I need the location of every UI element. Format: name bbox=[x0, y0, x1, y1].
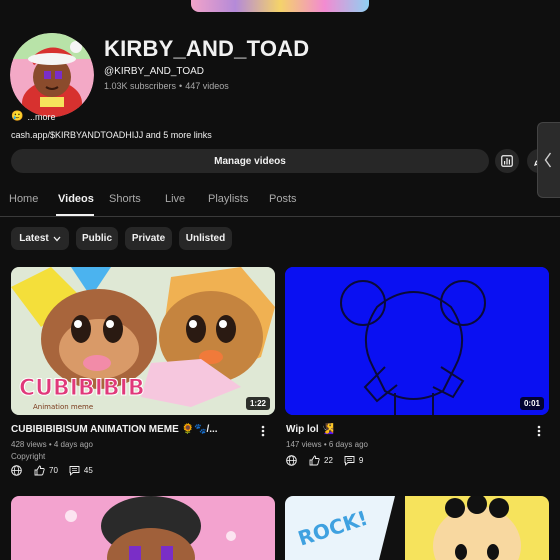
video-license: Copyright bbox=[11, 452, 46, 461]
svg-text:Animation meme: Animation meme bbox=[33, 403, 93, 411]
like-count: 22 bbox=[324, 456, 333, 465]
like-count: 70 bbox=[49, 466, 58, 475]
channel-tabs: Home Videos Shorts Live Playlists Posts bbox=[0, 184, 560, 217]
video-stats: 70 45 bbox=[11, 465, 93, 476]
video-thumbnail[interactable] bbox=[11, 496, 275, 560]
video-duration: 1:22 bbox=[245, 397, 270, 410]
stats-separator: • bbox=[179, 81, 183, 91]
more-vert-icon bbox=[261, 425, 265, 437]
manage-videos-button[interactable]: Manage videos bbox=[11, 149, 489, 173]
thumbnail-art: ROCK! bbox=[285, 496, 549, 560]
comment-icon bbox=[344, 456, 355, 466]
video-more-button[interactable] bbox=[533, 423, 545, 439]
channel-stats: 1.03K subscribers • 447 videos bbox=[104, 81, 229, 91]
meta-separator: • bbox=[48, 440, 52, 449]
channel-name: KIRBY_AND_TOAD bbox=[104, 36, 310, 61]
tab-shorts[interactable]: Shorts bbox=[109, 193, 141, 205]
channel-banner bbox=[191, 0, 369, 12]
subscriber-count: 1.03K subscribers bbox=[104, 81, 177, 91]
channel-links[interactable]: cash.app/$KIRBYANDTOADHIJJ and 5 more li… bbox=[11, 130, 212, 140]
sort-label: Latest bbox=[19, 233, 49, 244]
tab-posts[interactable]: Posts bbox=[269, 193, 297, 205]
video-views: 147 views bbox=[286, 440, 322, 449]
video-thumbnail[interactable]: ROCK! bbox=[285, 496, 549, 560]
channel-description[interactable]: 🥲 ...more bbox=[11, 111, 55, 122]
more-vert-icon bbox=[537, 425, 541, 437]
video-stats: 22 9 bbox=[286, 455, 363, 466]
tab-live[interactable]: Live bbox=[165, 193, 185, 205]
analytics-button[interactable] bbox=[495, 149, 519, 173]
video-age: 6 days ago bbox=[328, 440, 368, 449]
svg-text:CUBIBIBIB: CUBIBIBIB bbox=[19, 376, 145, 401]
comment-icon bbox=[69, 466, 80, 476]
video-meta: 147 views • 6 days ago bbox=[286, 440, 368, 449]
tab-videos[interactable]: Videos bbox=[58, 193, 94, 205]
filter-chip-unlisted[interactable]: Unlisted bbox=[179, 227, 232, 250]
chevron-down-icon bbox=[53, 236, 61, 241]
filter-chip-private[interactable]: Private bbox=[125, 227, 172, 250]
analytics-icon bbox=[501, 155, 513, 167]
thumbnail-art bbox=[285, 267, 549, 415]
video-views: 428 views bbox=[11, 440, 47, 449]
video-age: 4 days ago bbox=[53, 440, 93, 449]
video-title[interactable]: CUBIBIBIBISUM ANIMATION MEME 🌻🐾/... bbox=[11, 424, 218, 435]
chevron-left-icon bbox=[544, 152, 552, 168]
meta-separator: • bbox=[323, 440, 327, 449]
video-title[interactable]: Wip lol 🧏‍♀️ bbox=[286, 424, 334, 435]
active-tab-indicator bbox=[56, 214, 94, 216]
video-thumbnail[interactable]: CUBIBIBIB Animation meme 1:22 bbox=[11, 267, 275, 415]
description-emoji: 🥲 bbox=[11, 111, 24, 122]
video-duration: 0:01 bbox=[519, 397, 544, 410]
sort-dropdown[interactable]: Latest bbox=[11, 227, 69, 250]
thumbnail-art: CUBIBIBIB Animation meme bbox=[11, 267, 275, 415]
comment-count: 9 bbox=[358, 456, 364, 465]
tab-playlists[interactable]: Playlists bbox=[208, 193, 248, 205]
filter-chip-public[interactable]: Public bbox=[76, 227, 118, 250]
globe-icon bbox=[286, 455, 297, 466]
thumbnail-art bbox=[11, 496, 275, 560]
channel-avatar[interactable] bbox=[10, 33, 94, 117]
thumbs-up-icon bbox=[309, 455, 320, 466]
description-more-link[interactable]: ...more bbox=[27, 112, 55, 122]
video-meta: 428 views • 4 days ago bbox=[11, 440, 93, 449]
tab-home[interactable]: Home bbox=[9, 193, 38, 205]
globe-icon bbox=[11, 465, 22, 476]
comment-count: 45 bbox=[83, 466, 93, 475]
video-count: 447 videos bbox=[185, 81, 229, 91]
video-more-button[interactable] bbox=[257, 423, 269, 439]
thumbs-up-icon bbox=[34, 465, 45, 476]
video-thumbnail[interactable]: 0:01 bbox=[285, 267, 549, 415]
channel-handle: @KIRBY_AND_TOAD bbox=[104, 66, 204, 77]
